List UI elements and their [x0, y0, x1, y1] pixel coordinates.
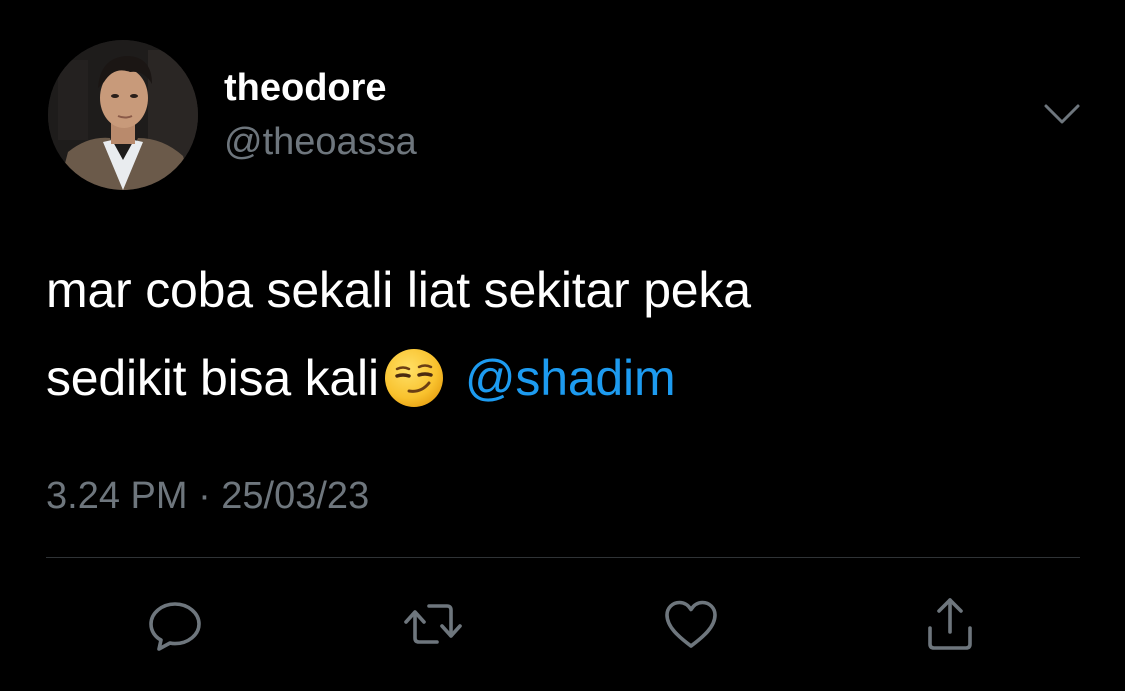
mention-link[interactable]: @shadim [465, 350, 676, 406]
heart-icon[interactable] [661, 594, 721, 654]
avatar[interactable] [48, 40, 198, 190]
reply-icon[interactable] [145, 594, 205, 654]
tweet-text-line-2-text: sedikit bisa kali [46, 350, 379, 406]
tweet-text: mar coba sekali liat sekitar peka sediki… [46, 246, 1086, 422]
retweet-icon[interactable] [403, 594, 463, 654]
tweet-text-line-2: sedikit bisa kali @shadim [46, 334, 1086, 422]
display-name[interactable]: theodore [224, 66, 387, 110]
tweet-card: theodore @theoassa mar coba sekali liat … [0, 0, 1125, 691]
tweet-text-line-1: mar coba sekali liat sekitar peka [46, 262, 751, 318]
smirking-face-icon [383, 347, 445, 409]
user-handle[interactable]: @theoassa [224, 120, 417, 164]
chevron-down-icon[interactable] [1040, 96, 1084, 132]
timestamp[interactable]: 3.24 PM · 25/03/23 [46, 474, 369, 518]
share-icon[interactable] [920, 594, 980, 654]
divider [46, 557, 1080, 558]
